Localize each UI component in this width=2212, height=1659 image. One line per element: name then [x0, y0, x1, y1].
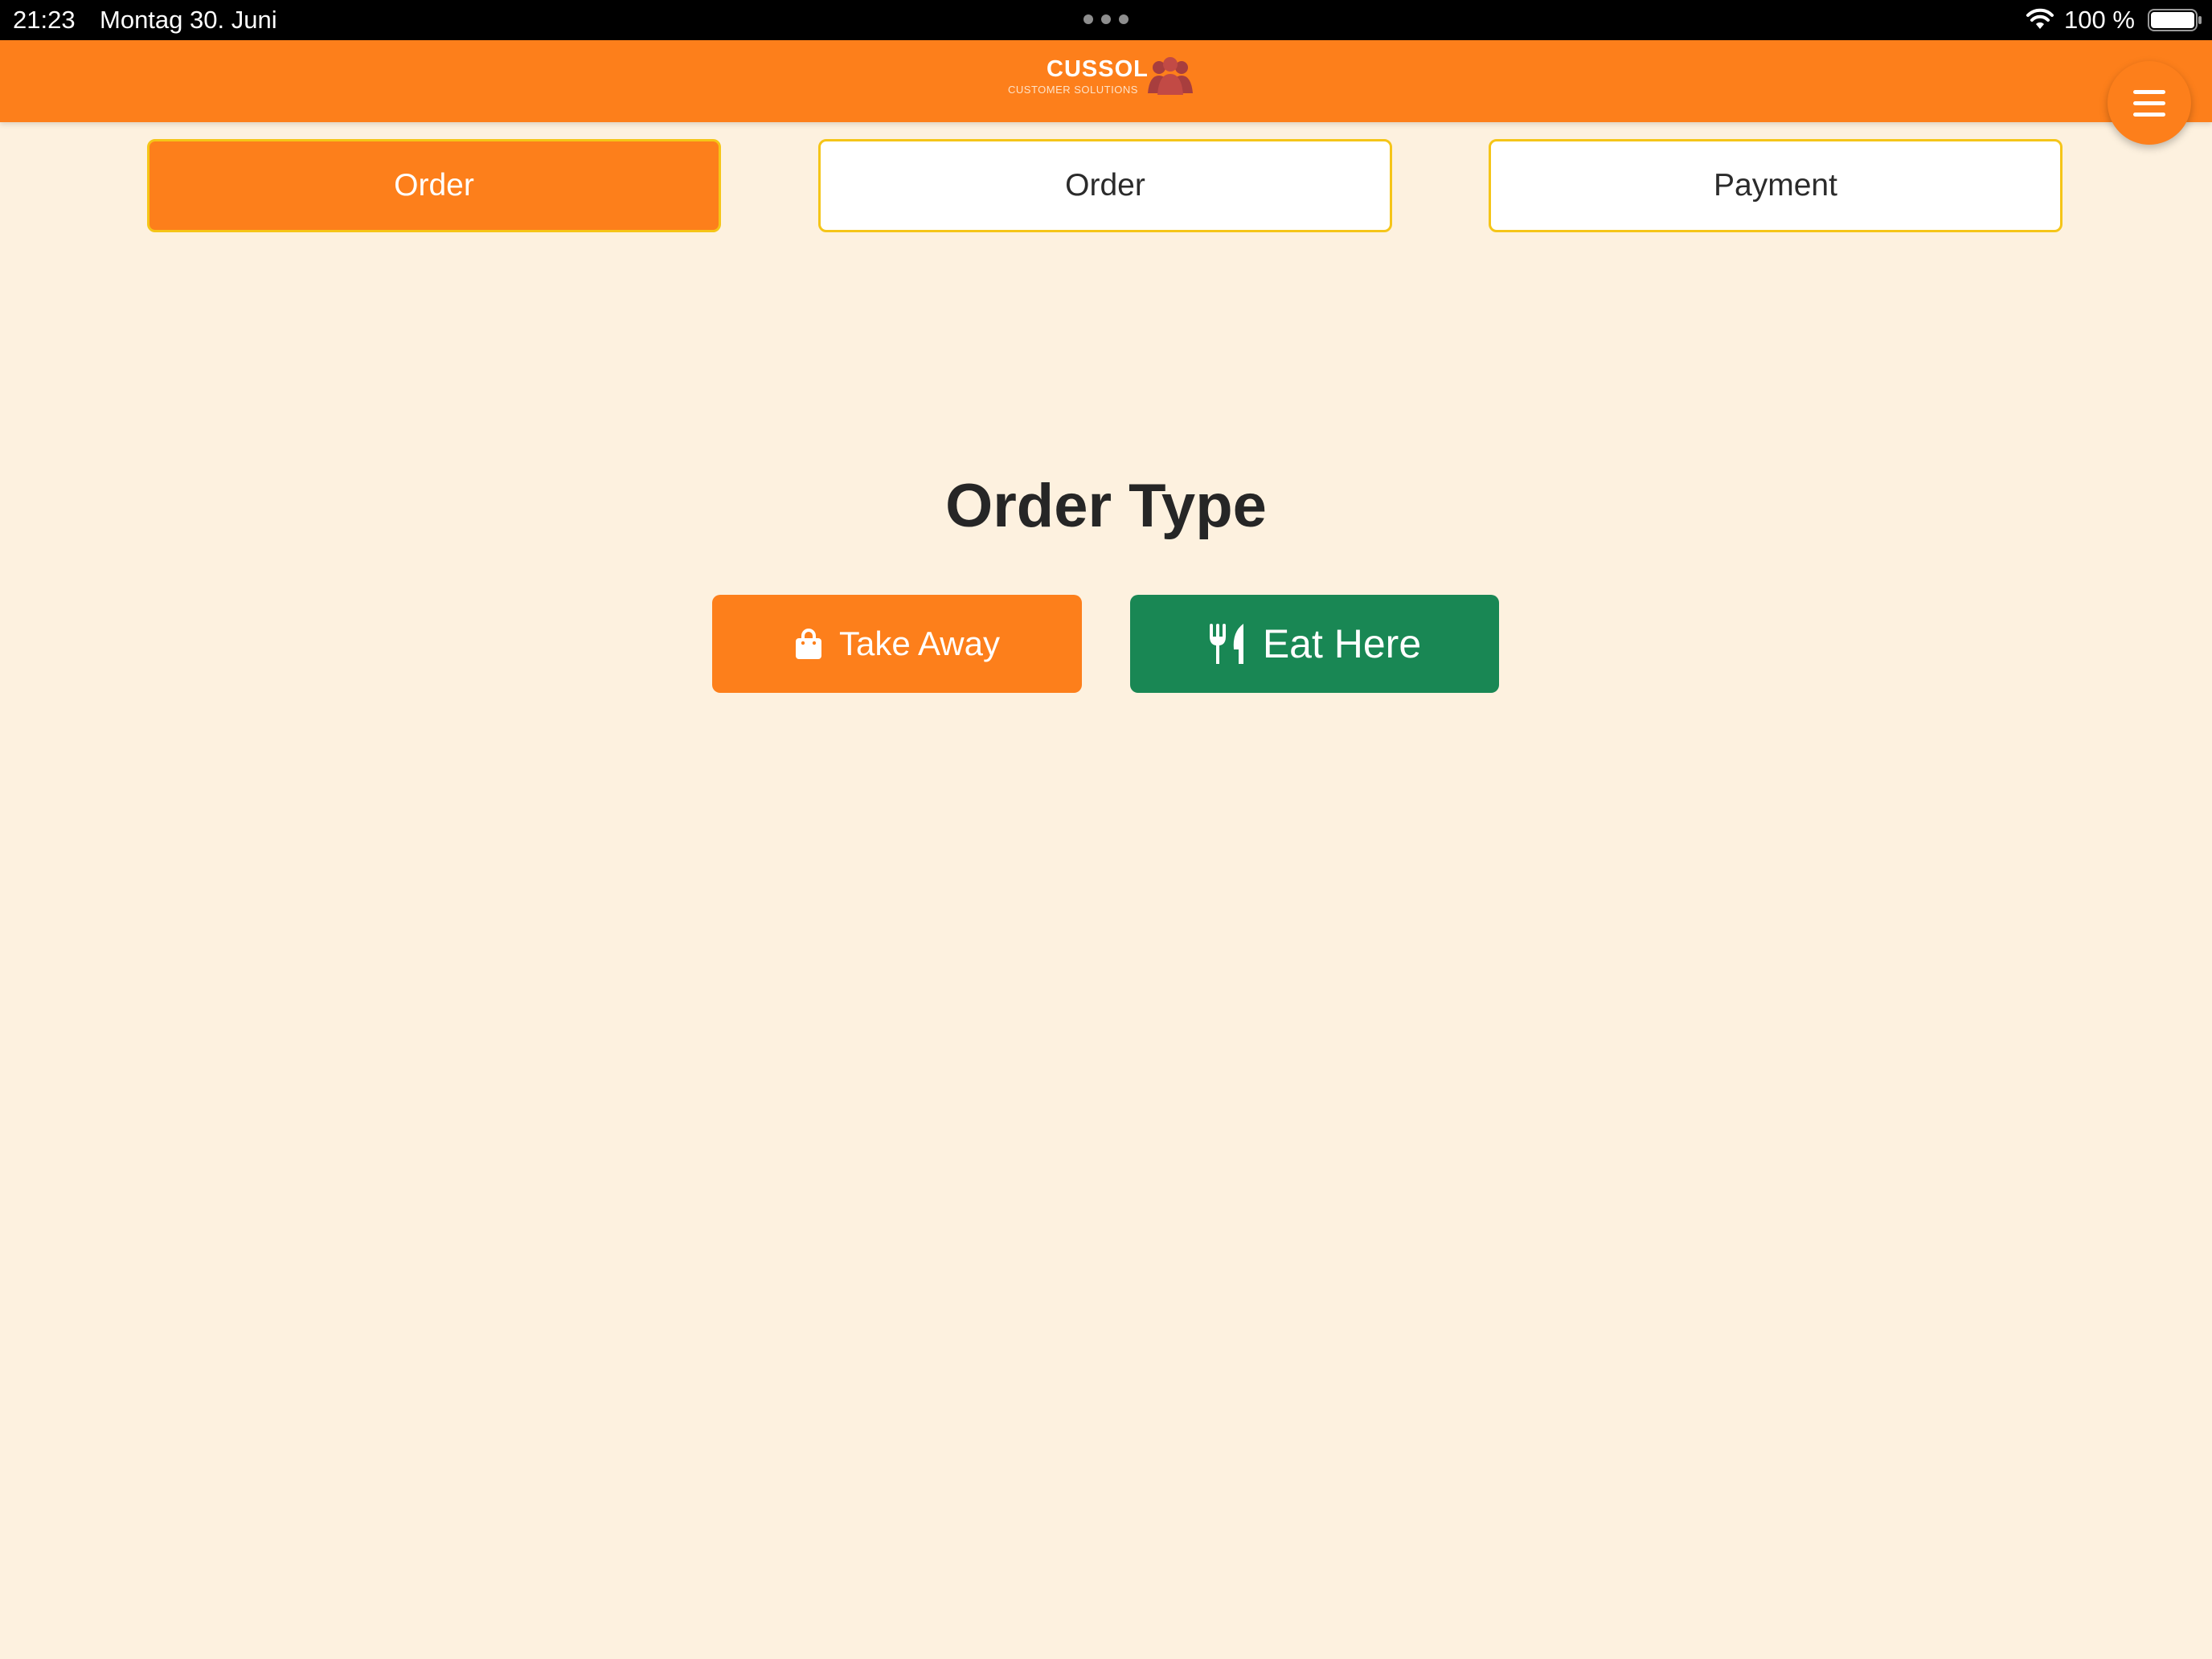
app-header: CUSSOL CUSTOMER SOLUTIONS	[0, 40, 2212, 122]
shopping-bag-icon	[795, 629, 821, 659]
status-date: Montag 30. Juni	[100, 6, 277, 34]
hamburger-menu-icon-bar	[2133, 101, 2165, 105]
logo-subtitle: CUSTOMER SOLUTIONS	[1008, 84, 1138, 96]
hamburger-menu-button[interactable]	[2108, 61, 2191, 145]
battery-icon	[2148, 9, 2202, 31]
take-away-label: Take Away	[838, 625, 1000, 662]
step-tab-payment[interactable]: Payment	[1489, 139, 2062, 232]
cussol-logo[interactable]: CUSSOL CUSTOMER SOLUTIONS	[1006, 56, 1199, 104]
status-bar: 21:23 Montag 30. Juni 100 %	[0, 0, 2212, 40]
hamburger-menu-icon-bar	[2133, 113, 2165, 117]
battery-percent: 100 %	[2064, 6, 2135, 34]
wifi-icon	[2026, 8, 2054, 29]
page-title: Order Type	[945, 472, 1267, 540]
status-time: 21:23	[13, 6, 76, 34]
take-away-button[interactable]: Take Away	[712, 595, 1082, 693]
hamburger-menu-icon	[2133, 90, 2165, 94]
people-group-icon	[1148, 57, 1193, 95]
multitasking-dots-icon[interactable]	[1083, 14, 1129, 24]
step-tab-order-active[interactable]: Order	[147, 139, 721, 232]
logo-title: CUSSOL	[1047, 56, 1149, 82]
eat-here-label: Eat Here	[1262, 621, 1422, 666]
utensils-icon	[1209, 624, 1243, 664]
eat-here-button[interactable]: Eat Here	[1130, 595, 1499, 693]
step-tab-order[interactable]: Order	[818, 139, 1392, 232]
